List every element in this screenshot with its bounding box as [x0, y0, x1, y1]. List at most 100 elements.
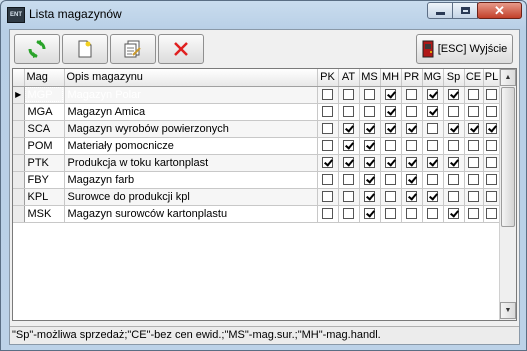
checkbox[interactable] — [385, 174, 396, 186]
checkbox[interactable] — [486, 174, 497, 186]
cell-mag[interactable]: MSK — [24, 205, 65, 223]
checkbox[interactable] — [486, 123, 497, 135]
new-button[interactable] — [62, 34, 108, 64]
checkbox[interactable] — [448, 191, 459, 203]
checkbox[interactable] — [448, 174, 459, 186]
row-indicator[interactable] — [13, 171, 25, 189]
checkbox[interactable] — [343, 174, 354, 186]
row-indicator[interactable] — [13, 137, 25, 155]
table-row[interactable]: MSK Magazyn surowców kartonplastu — [13, 205, 501, 223]
checkbox[interactable] — [343, 208, 354, 220]
checkbox[interactable] — [364, 208, 375, 220]
checkbox[interactable] — [468, 191, 479, 203]
row-indicator[interactable] — [13, 205, 25, 223]
checkbox[interactable] — [322, 174, 333, 186]
checkbox[interactable] — [343, 157, 354, 169]
refresh-button[interactable] — [14, 34, 60, 64]
checkbox[interactable] — [427, 191, 438, 203]
table-row[interactable]: POM Materiały pomocnicze — [13, 137, 501, 155]
table-row[interactable]: SCA Magazyn wyrobów powierzonych — [13, 120, 501, 138]
checkbox[interactable] — [448, 106, 459, 118]
row-indicator[interactable] — [13, 120, 25, 138]
checkbox[interactable] — [427, 208, 438, 220]
checkbox[interactable] — [322, 157, 333, 169]
checkbox[interactable] — [486, 191, 497, 203]
checkbox[interactable] — [448, 89, 459, 101]
checkbox[interactable] — [427, 123, 438, 135]
checkbox[interactable] — [322, 140, 333, 152]
checkbox[interactable] — [385, 106, 396, 118]
current-row-indicator[interactable]: ▶ — [13, 86, 25, 104]
checkbox[interactable] — [343, 191, 354, 203]
checkbox[interactable] — [468, 174, 479, 186]
column-header-sp[interactable]: Sp — [443, 69, 465, 87]
checkbox[interactable] — [486, 89, 497, 101]
checkbox[interactable] — [322, 106, 333, 118]
table-row[interactable]: FBY Magazyn farb — [13, 171, 501, 189]
cell-opis[interactable]: Magazyn Amica — [64, 103, 318, 121]
checkbox[interactable] — [406, 174, 417, 186]
checkbox[interactable] — [322, 89, 333, 101]
cell-mag[interactable]: POM — [24, 137, 65, 155]
scroll-thumb[interactable] — [501, 87, 515, 227]
delete-button[interactable] — [158, 34, 204, 64]
checkbox[interactable] — [364, 140, 375, 152]
checkbox[interactable] — [385, 140, 396, 152]
column-header-mh[interactable]: MH — [380, 69, 402, 87]
cell-mag[interactable]: PTK — [24, 154, 65, 172]
minimize-button[interactable] — [427, 2, 453, 19]
column-header-mag[interactable]: Mag — [24, 69, 65, 87]
table-row[interactable]: ▶ MGP Magazyn Polar — [13, 86, 501, 104]
checkbox[interactable] — [385, 89, 396, 101]
checkbox[interactable] — [343, 140, 354, 152]
title-bar[interactable]: ENT Lista magazynów ✕ — [1, 1, 526, 29]
checkbox[interactable] — [406, 123, 417, 135]
maximize-button[interactable] — [452, 2, 478, 19]
checkbox[interactable] — [427, 140, 438, 152]
cell-opis[interactable]: Materiały pomocnicze — [64, 137, 318, 155]
exit-button[interactable]: [ESC] Wyjście — [416, 34, 513, 64]
checkbox[interactable] — [486, 106, 497, 118]
cell-mag[interactable]: FBY — [24, 171, 65, 189]
column-header-pk[interactable]: PK — [317, 69, 339, 87]
checkbox[interactable] — [468, 123, 479, 135]
checkbox[interactable] — [385, 157, 396, 169]
checkbox[interactable] — [343, 106, 354, 118]
checkbox[interactable] — [385, 123, 396, 135]
checkbox[interactable] — [322, 123, 333, 135]
checkbox[interactable] — [427, 157, 438, 169]
warehouse-grid[interactable]: Mag Opis magazynu PK AT MS MH PR MG Sp CE PL ▶ MGP M… — [12, 68, 517, 321]
checkbox[interactable] — [427, 89, 438, 101]
cell-opis[interactable]: Magazyn wyrobów powierzonych — [64, 120, 318, 138]
checkbox[interactable] — [468, 140, 479, 152]
checkbox[interactable] — [364, 191, 375, 203]
row-indicator[interactable] — [13, 103, 25, 121]
checkbox[interactable] — [486, 157, 497, 169]
table-row[interactable]: PTK Produkcja w toku kartonplast — [13, 154, 501, 172]
scroll-up-button[interactable]: ▲ — [500, 69, 516, 86]
column-header-pl[interactable]: PL — [483, 69, 501, 87]
checkbox[interactable] — [486, 140, 497, 152]
checkbox[interactable] — [385, 208, 396, 220]
checkbox[interactable] — [448, 123, 459, 135]
close-button[interactable]: ✕ — [477, 2, 522, 19]
checkbox[interactable] — [468, 208, 479, 220]
checkbox[interactable] — [364, 157, 375, 169]
column-header-ms[interactable]: MS — [359, 69, 381, 87]
checkbox[interactable] — [406, 157, 417, 169]
row-indicator[interactable] — [13, 154, 25, 172]
checkbox[interactable] — [406, 140, 417, 152]
checkbox[interactable] — [364, 174, 375, 186]
checkbox[interactable] — [406, 208, 417, 220]
checkbox[interactable] — [385, 191, 396, 203]
cell-opis[interactable]: Surowce do produkcji kpl — [64, 188, 318, 206]
checkbox[interactable] — [448, 157, 459, 169]
edit-button[interactable] — [110, 34, 156, 64]
cell-mag[interactable]: MGA — [24, 103, 65, 121]
checkbox[interactable] — [343, 123, 354, 135]
checkbox[interactable] — [427, 174, 438, 186]
cell-mag[interactable]: SCA — [24, 120, 65, 138]
checkbox[interactable] — [406, 191, 417, 203]
cell-mag[interactable]: KPL — [24, 188, 65, 206]
column-header-at[interactable]: AT — [338, 69, 360, 87]
